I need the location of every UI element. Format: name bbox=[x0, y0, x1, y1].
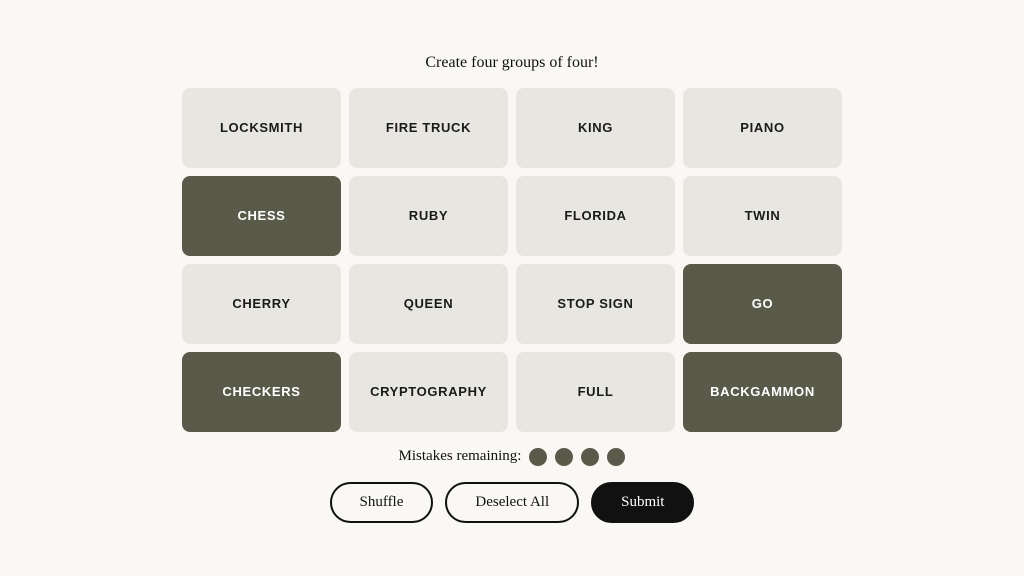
tile-grid: LOCKSMITHFIRE TRUCKKINGPIANO CHESSRUBYFLO… bbox=[182, 88, 842, 432]
submit-button[interactable]: Submit bbox=[591, 482, 694, 523]
tile-cryptography[interactable]: CRYPTOGRAPHY bbox=[349, 352, 508, 432]
mistake-dot-4 bbox=[607, 448, 625, 466]
tile-piano[interactable]: PIANO bbox=[683, 88, 842, 168]
tile-ruby[interactable]: RUBY bbox=[349, 176, 508, 256]
tile-cherry[interactable]: CHERRY bbox=[182, 264, 341, 344]
mistakes-dots bbox=[529, 448, 625, 466]
tile-locksmith[interactable]: LOCKSMITH bbox=[182, 88, 341, 168]
mistakes-row: Mistakes remaining: bbox=[399, 448, 626, 466]
tile-chess[interactable]: CHESS bbox=[182, 176, 341, 256]
tile-florida[interactable]: FLORIDA bbox=[516, 176, 675, 256]
tile-fire-truck[interactable]: FIRE TRUCK bbox=[349, 88, 508, 168]
tile-queen[interactable]: QUEEN bbox=[349, 264, 508, 344]
instruction-text: Create four groups of four! bbox=[425, 54, 598, 72]
mistakes-label: Mistakes remaining: bbox=[399, 448, 522, 465]
tile-backgammon[interactable]: BACKGAMMON bbox=[683, 352, 842, 432]
mistake-dot-3 bbox=[581, 448, 599, 466]
shuffle-button[interactable]: Shuffle bbox=[330, 482, 434, 523]
tile-full[interactable]: FULL bbox=[516, 352, 675, 432]
tile-go[interactable]: GO bbox=[683, 264, 842, 344]
buttons-row: Shuffle Deselect All Submit bbox=[330, 482, 695, 523]
mistake-dot-1 bbox=[529, 448, 547, 466]
tile-checkers[interactable]: CHECKERS bbox=[182, 352, 341, 432]
tile-twin[interactable]: TWIN bbox=[683, 176, 842, 256]
main-container: Create four groups of four! LOCKSMITHFIR… bbox=[182, 54, 842, 523]
mistake-dot-2 bbox=[555, 448, 573, 466]
tile-stop-sign[interactable]: STOP SIGN bbox=[516, 264, 675, 344]
deselect-all-button[interactable]: Deselect All bbox=[445, 482, 579, 523]
tile-king[interactable]: KING bbox=[516, 88, 675, 168]
